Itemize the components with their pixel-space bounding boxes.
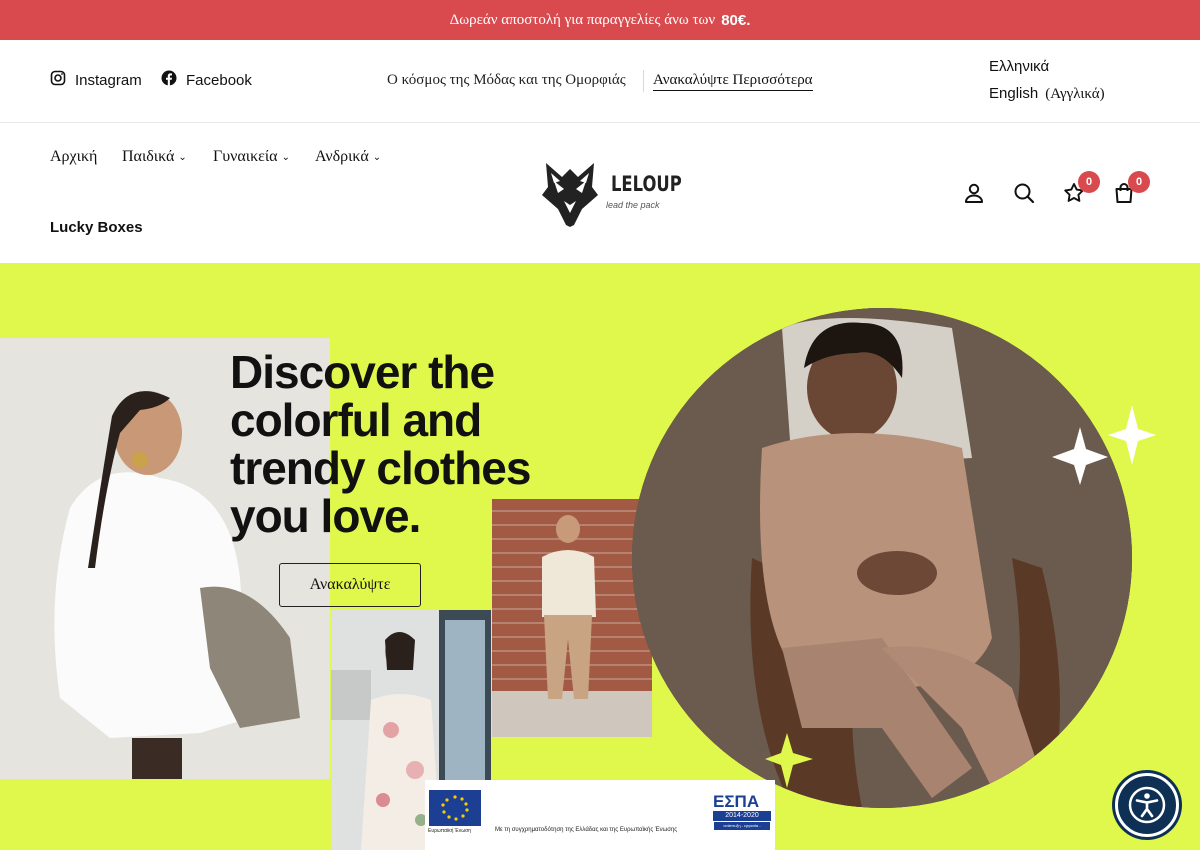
nav-women[interactable]: Γυναικεία ⌄ xyxy=(213,148,290,166)
announcement-amount: 80€. xyxy=(721,11,751,29)
discover-more-link[interactable]: Ανακαλύψτε Περισσότερα xyxy=(653,72,813,91)
account-button[interactable] xyxy=(962,181,986,205)
language-english-label: English xyxy=(989,85,1039,102)
language-greek[interactable]: Ελληνικά xyxy=(989,58,1049,75)
tagline-divider xyxy=(643,70,644,92)
facebook-link[interactable]: Facebook xyxy=(161,70,252,90)
search-icon xyxy=(1014,183,1035,204)
language-english-native: (Αγγλικά) xyxy=(1045,86,1105,102)
nav-lucky-boxes[interactable]: Lucky Boxes xyxy=(50,219,143,236)
chevron-down-icon: ⌄ xyxy=(178,152,187,163)
hero-banner: Discover the colorful and trendy clothes… xyxy=(0,263,1200,850)
cart-count-badge: 0 xyxy=(1128,171,1150,193)
facebook-icon xyxy=(161,70,177,90)
user-icon xyxy=(965,183,983,203)
search-button[interactable] xyxy=(1012,181,1036,205)
hero-discover-button[interactable]: Ανακαλύψτε xyxy=(279,563,421,607)
nav-men-label: Ανδρικά xyxy=(315,148,369,165)
instagram-icon xyxy=(50,70,66,90)
instagram-link[interactable]: Instagram xyxy=(50,70,142,90)
espa-text: Με τη συγχρηματοδότηση της Ελλάδας και τ… xyxy=(495,827,678,833)
logo-slogan: lead the pack xyxy=(606,200,660,210)
hero-headline-line: colorful and xyxy=(230,394,482,446)
instagram-label: Instagram xyxy=(75,71,142,89)
espa-subtitle: ανάπτυξη - εργασία - αλληλεγγύη xyxy=(714,822,770,836)
nav-men[interactable]: Ανδρικά ⌄ xyxy=(315,148,381,166)
eu-flag-icon xyxy=(429,790,481,826)
nav-women-label: Γυναικεία xyxy=(213,148,278,165)
accessibility-icon xyxy=(1128,786,1166,824)
nav-home[interactable]: Αρχική xyxy=(50,148,97,166)
language-english[interactable]: English (Αγγλικά) xyxy=(989,85,1105,103)
hero-headline-line: Discover the xyxy=(230,346,495,398)
accessibility-button[interactable] xyxy=(1115,773,1179,837)
sparkle-icon xyxy=(1052,405,1156,485)
nav-kids[interactable]: Παιδικά ⌄ xyxy=(122,148,187,166)
chevron-down-icon: ⌄ xyxy=(281,152,290,163)
hero-headline: Discover the colorful and trendy clothes… xyxy=(230,348,610,540)
facebook-label: Facebook xyxy=(186,71,252,89)
chevron-down-icon: ⌄ xyxy=(372,152,382,163)
tagline: Ο κόσμος της Μόδας και της Ομορφιάς xyxy=(387,72,626,88)
eu-label: Ευρωπαϊκή Ένωση xyxy=(428,828,471,834)
nav-home-label: Αρχική xyxy=(50,148,98,165)
hero-photo-man-chair xyxy=(632,308,1132,808)
announcement-text: Δωρεάν αποστολή για παραγγελίες άνω των xyxy=(449,11,716,28)
announcement-bar: Δωρεάν αποστολή για παραγγελίες άνω των … xyxy=(0,0,1200,40)
logo-wordmark: LELOUP xyxy=(611,172,682,196)
top-bar: Instagram Facebook Ο κόσμος της Μόδας κα… xyxy=(0,40,1200,123)
wishlist-count-badge: 0 xyxy=(1078,171,1100,193)
espa-logo: ΕΣΠΑ xyxy=(713,792,760,811)
hero-headline-line: trendy clothes xyxy=(230,442,531,494)
espa-banner[interactable]: Ευρωπαϊκή Ένωση Με τη συγχρηματοδότηση τ… xyxy=(425,780,775,850)
hero-headline-line: you love. xyxy=(230,490,421,542)
nav-kids-label: Παιδικά xyxy=(122,148,175,165)
espa-years: 2014-2020 xyxy=(713,811,771,821)
